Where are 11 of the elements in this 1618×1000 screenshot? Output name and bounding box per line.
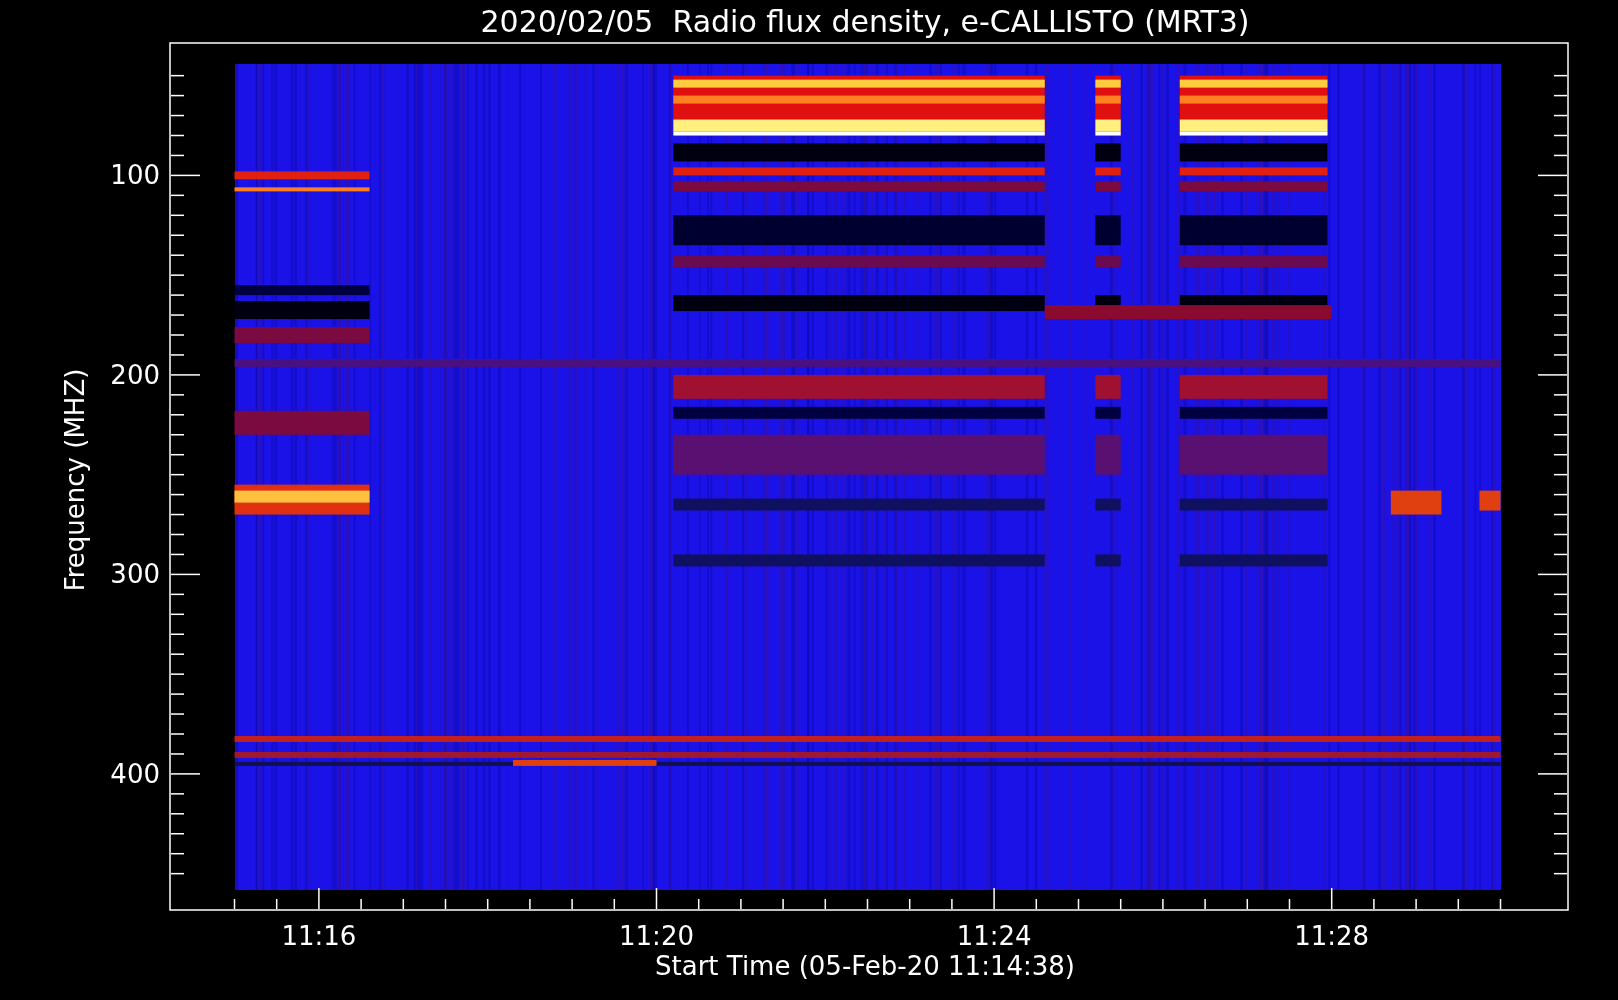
y-tick-label: 100: [110, 160, 160, 191]
y-tick-label: 400: [110, 758, 160, 789]
y-tick-label: 300: [110, 559, 160, 590]
x-tick-label: 11:28: [1294, 921, 1370, 951]
x-tick-label: 11:24: [956, 921, 1032, 951]
plot-title: 2020/02/05 Radio flux density, e-CALLISTO (MRT3): [480, 4, 1250, 39]
y-axis-label: Frequency (MHZ): [60, 368, 90, 592]
x-tick-label: 11:20: [619, 921, 694, 951]
x-axis-label: Start Time (05-Feb-20 11:14:38): [655, 951, 1075, 981]
y-tick-label: 200: [110, 359, 160, 390]
x-tick-label: 11:16: [281, 921, 357, 951]
